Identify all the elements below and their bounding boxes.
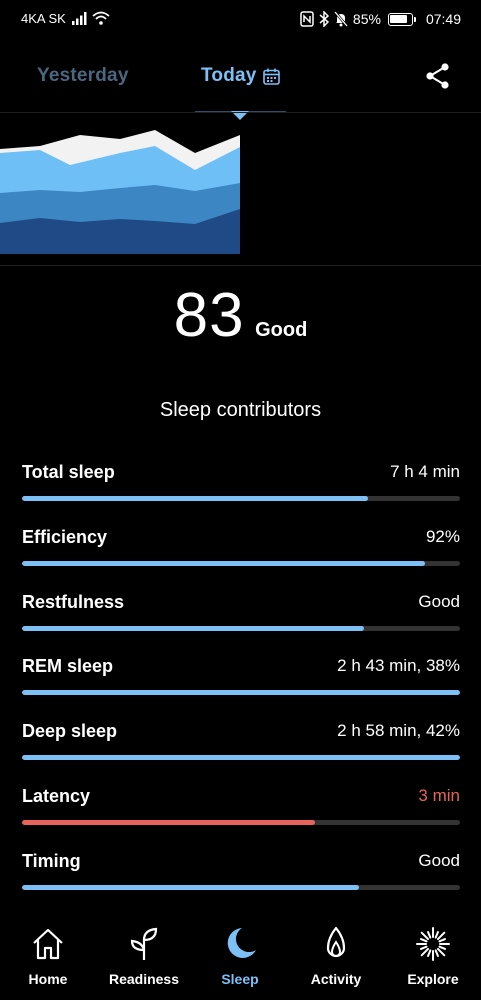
sleep-score: 83 Good xyxy=(0,280,481,351)
nav-sleep[interactable]: Sleep xyxy=(192,926,288,996)
mute-bell-icon xyxy=(333,11,348,27)
signal-icon xyxy=(72,12,87,25)
contributor-value: Good xyxy=(418,850,460,870)
flame-icon xyxy=(326,926,346,958)
contributor-progress-fill xyxy=(22,690,460,696)
nav-explore[interactable]: Explore xyxy=(385,926,481,996)
battery-icon xyxy=(387,12,416,26)
carrier-label: 4KA SK xyxy=(21,11,66,26)
contributor-value: 2 h 58 min, 42% xyxy=(337,721,460,741)
nav-activity-label: Activity xyxy=(310,971,362,987)
nav-sleep-label: Sleep xyxy=(221,971,259,987)
contributor-progress-track xyxy=(22,884,460,890)
nfc-icon xyxy=(300,11,314,27)
sleep-stages-chart xyxy=(0,130,240,254)
contributor-progress-fill xyxy=(22,625,364,631)
contributor-progress-fill xyxy=(22,884,360,890)
contributor-value: 7 h 4 min xyxy=(390,462,460,481)
home-icon xyxy=(33,928,63,960)
contributor-progress-fill xyxy=(22,496,369,501)
contributor-row[interactable]: Restfulness Good xyxy=(22,592,460,652)
sparkle-icon xyxy=(416,927,450,961)
clock: 07:49 xyxy=(425,11,461,27)
contributor-label: Deep sleep xyxy=(22,721,118,742)
contributor-progress-track xyxy=(22,755,460,761)
battery-percent: 85% xyxy=(352,11,381,27)
contributor-row[interactable]: REM sleep 2 h 43 min, 38% xyxy=(22,656,460,716)
wifi-icon xyxy=(92,11,110,25)
contributor-value: 3 min xyxy=(418,786,460,805)
contributor-label: Total sleep xyxy=(22,462,115,482)
contributor-row[interactable]: Latency 3 min xyxy=(22,786,460,846)
nav-readiness-label: Readiness xyxy=(108,971,180,987)
nav-readiness[interactable]: Readiness xyxy=(96,926,192,996)
contributor-progress-fill xyxy=(22,560,425,566)
bluetooth-icon xyxy=(319,11,329,27)
contributor-value: 2 h 43 min, 38% xyxy=(337,656,460,676)
contributors-title: Sleep contributors xyxy=(159,399,322,421)
nav-activity[interactable]: Activity xyxy=(288,926,384,996)
tab-yesterday[interactable]: Yesterday xyxy=(37,65,129,87)
nav-home[interactable]: Home xyxy=(0,926,96,996)
day-tabs: Yesterday Today xyxy=(0,55,481,120)
contributor-progress-track xyxy=(22,690,460,696)
contributor-label: Restfulness xyxy=(22,591,125,612)
contributor-progress-track xyxy=(22,560,460,566)
nav-explore-label: Explore xyxy=(407,971,459,987)
sprout-icon xyxy=(130,927,158,960)
contributor-value: Good xyxy=(418,591,460,611)
tab-today-label: Today xyxy=(201,65,257,86)
contributor-label: Timing xyxy=(22,850,81,871)
status-right: 85% 07:49 xyxy=(300,9,461,29)
contributor-progress-track xyxy=(22,625,460,631)
tab-today[interactable]: Today xyxy=(201,65,280,87)
contributor-row[interactable]: Timing Good xyxy=(22,851,460,911)
contributor-progress-fill xyxy=(22,755,460,761)
score-value: 83 xyxy=(173,281,245,350)
contributor-progress-track xyxy=(22,496,460,501)
contributor-progress-fill xyxy=(22,820,316,825)
calendar-icon[interactable] xyxy=(262,68,280,85)
contributor-row[interactable]: Deep sleep 2 h 58 min, 42% xyxy=(22,721,460,781)
contributor-label: REM sleep xyxy=(22,656,114,677)
contributor-label: Latency xyxy=(22,786,91,806)
status-bar: 4KA SK 85% 07:49 xyxy=(0,0,481,38)
contributor-label: Efficiency xyxy=(22,526,108,547)
contributor-progress-track xyxy=(22,820,460,825)
bottom-nav: Home Readiness Sleep Activity Explore xyxy=(0,920,481,1000)
contributor-value: 92% xyxy=(425,526,460,546)
divider xyxy=(0,265,481,266)
moon-icon xyxy=(227,928,256,958)
contributor-row[interactable]: Total sleep 7 h 4 min xyxy=(22,462,460,522)
nav-home-label: Home xyxy=(28,971,68,987)
contributor-row[interactable]: Efficiency 92% xyxy=(22,527,460,587)
share-icon[interactable] xyxy=(423,61,453,91)
score-label: Good xyxy=(255,319,308,341)
